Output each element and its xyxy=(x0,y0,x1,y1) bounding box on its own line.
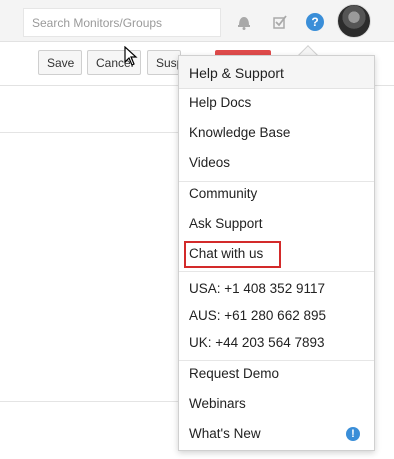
menu-separator xyxy=(179,271,374,272)
menu-separator xyxy=(179,181,374,182)
phone-aus[interactable]: AUS: +61 280 662 895 xyxy=(189,308,326,323)
whats-new-info-icon: ! xyxy=(346,427,360,441)
search-input[interactable]: Search Monitors/Groups xyxy=(23,8,221,37)
phone-uk[interactable]: UK: +44 203 564 7893 xyxy=(189,335,325,350)
user-avatar[interactable] xyxy=(337,4,371,38)
menu-item-knowledge-base[interactable]: Knowledge Base xyxy=(189,125,290,140)
menu-title: Help & Support xyxy=(179,56,374,89)
checkbox-icon[interactable] xyxy=(268,10,292,34)
bell-icon[interactable] xyxy=(232,10,256,34)
menu-item-videos[interactable]: Videos xyxy=(189,155,230,170)
menu-item-community[interactable]: Community xyxy=(189,186,257,201)
checkbox-icon-glyph xyxy=(273,15,287,29)
mouse-cursor-icon xyxy=(124,46,138,66)
save-button[interactable]: Save xyxy=(38,50,82,75)
menu-separator xyxy=(179,360,374,361)
bell-icon-glyph xyxy=(238,17,250,30)
suspend-button[interactable]: Suspend xyxy=(147,50,181,75)
menu-item-webinars[interactable]: Webinars xyxy=(189,396,246,411)
menu-item-whats-new[interactable]: What's New xyxy=(189,426,261,441)
help-support-menu: Help & Support Help Docs Knowledge Base … xyxy=(178,55,375,451)
phone-usa[interactable]: USA: +1 408 352 9117 xyxy=(189,281,325,296)
menu-item-help-docs[interactable]: Help Docs xyxy=(189,95,251,110)
help-icon-glyph: ? xyxy=(306,13,324,31)
top-bar: Search Monitors/Groups ? xyxy=(0,0,394,42)
chat-highlight-box xyxy=(184,241,281,268)
divider xyxy=(0,132,180,133)
menu-item-ask-support[interactable]: Ask Support xyxy=(189,216,263,231)
menu-item-request-demo[interactable]: Request Demo xyxy=(189,366,279,381)
help-icon[interactable]: ? xyxy=(303,10,327,34)
divider xyxy=(0,401,180,402)
